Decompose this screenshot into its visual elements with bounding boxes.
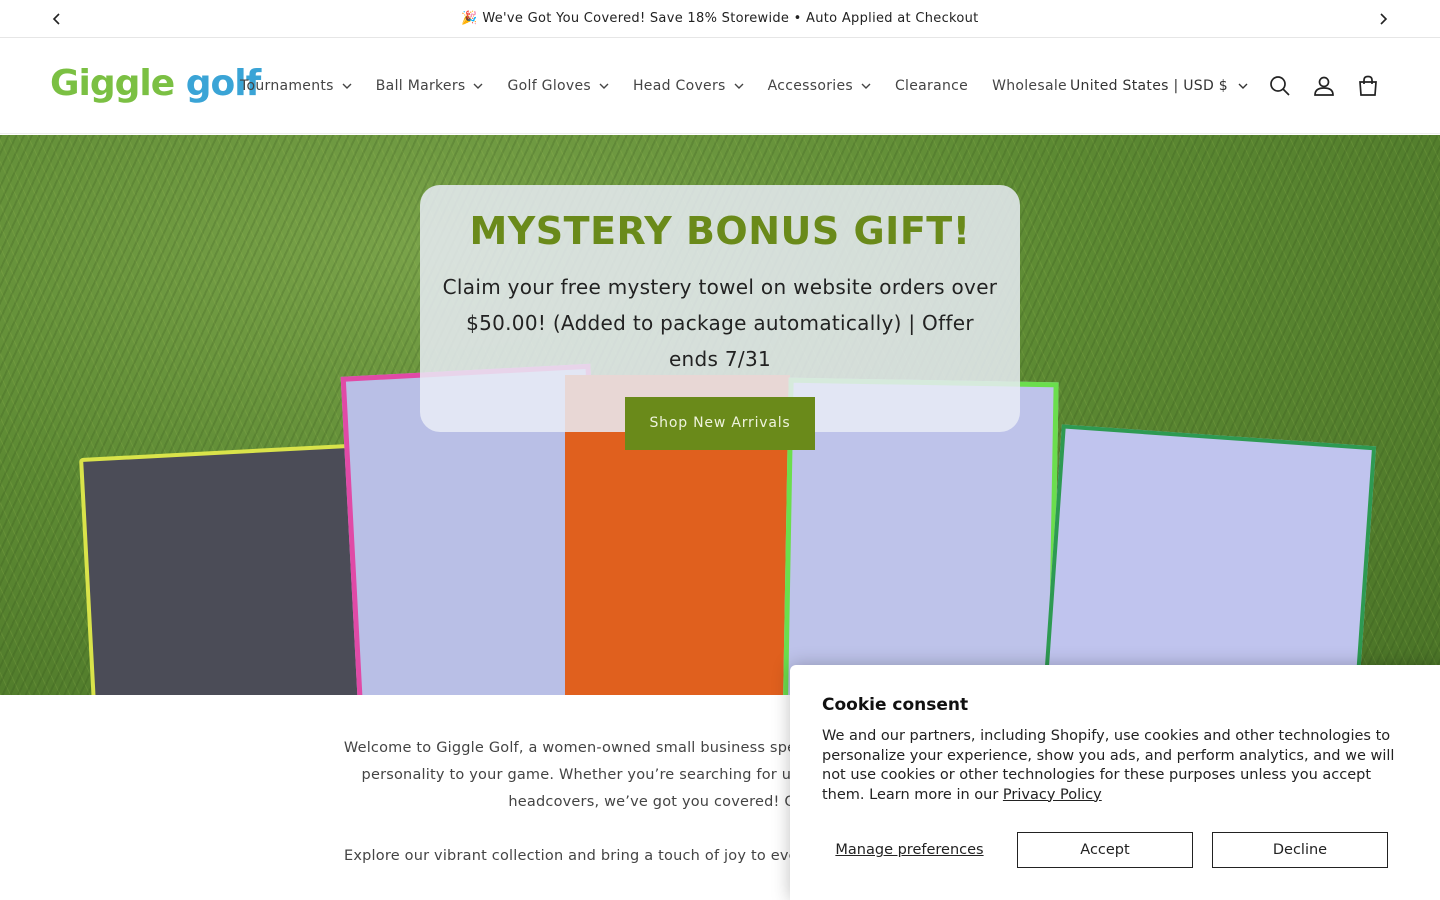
chevron-down-icon — [599, 83, 609, 89]
chevron-down-icon — [861, 83, 871, 89]
search-icon — [1270, 76, 1290, 96]
nav-label: Tournaments — [240, 78, 334, 94]
announcement-prev-button[interactable] — [37, 0, 77, 38]
main-nav: Tournaments Ball Markers Golf Gloves Hea… — [228, 38, 1079, 134]
cookie-body: We and our partners, including Shopify, … — [822, 728, 1395, 803]
decline-button[interactable]: Decline — [1212, 832, 1388, 868]
account-button[interactable] — [1302, 64, 1346, 108]
nav-label: Head Covers — [632, 78, 726, 94]
nav-item-head-covers[interactable]: Head Covers — [621, 66, 756, 106]
cart-icon — [1359, 75, 1377, 96]
header-actions: United States | USD $ — [1060, 38, 1390, 134]
cookie-text: We and our partners, including Shopify, … — [822, 727, 1408, 805]
hero-banner: MYSTERY BONUS GIFT! Claim your free myst… — [0, 135, 1440, 695]
chevron-down-icon — [734, 83, 744, 89]
nav-label: Ball Markers — [375, 78, 466, 94]
accept-button[interactable]: Accept — [1017, 832, 1193, 868]
country-currency-selector[interactable]: United States | USD $ — [1060, 78, 1258, 94]
account-icon — [1314, 76, 1334, 96]
nav-item-ball-markers[interactable]: Ball Markers — [364, 66, 496, 106]
towel-image — [1038, 424, 1377, 695]
cart-button[interactable] — [1346, 64, 1390, 108]
nav-item-tournaments[interactable]: Tournaments — [228, 66, 364, 106]
promo-text: Claim your free mystery towel on website… — [442, 275, 998, 371]
search-button[interactable] — [1258, 64, 1302, 108]
announcement-bar: 🎉 We've Got You Covered! Save 18% Storew… — [0, 0, 1440, 38]
announcement-next-button[interactable] — [1363, 0, 1403, 38]
promo-card: MYSTERY BONUS GIFT! Claim your free myst… — [420, 185, 1020, 450]
cookie-title: Cookie consent — [822, 695, 969, 715]
chevron-down-icon — [342, 83, 352, 89]
nav-label: Wholesale — [992, 78, 1067, 94]
cookie-consent-dialog: Cookie consent We and our partners, incl… — [790, 665, 1440, 900]
nav-item-accessories[interactable]: Accessories — [756, 66, 883, 106]
chevron-down-icon — [1238, 83, 1248, 89]
nav-item-golf-gloves[interactable]: Golf Gloves — [495, 66, 620, 106]
nav-label: Accessories — [767, 78, 853, 94]
promo-title: MYSTERY BONUS GIFT! — [469, 209, 971, 253]
chevron-right-icon — [1380, 13, 1388, 25]
manage-preferences-link[interactable]: Manage preferences — [822, 842, 997, 858]
shop-new-arrivals-button[interactable]: Shop New Arrivals — [625, 397, 815, 450]
announcement-text: 🎉 We've Got You Covered! Save 18% Storew… — [461, 11, 979, 26]
nav-label: Clearance — [894, 78, 969, 94]
country-label: United States | USD $ — [1070, 78, 1228, 94]
privacy-policy-link[interactable]: Privacy Policy — [1003, 787, 1102, 803]
site-header: Giggle golf Tournaments Ball Markers Gol… — [0, 38, 1440, 134]
nav-item-clearance[interactable]: Clearance — [883, 66, 980, 106]
chevron-down-icon — [473, 83, 483, 89]
cookie-actions: Manage preferences Accept Decline — [822, 832, 1388, 868]
logo-text-giggle: Giggle — [50, 63, 175, 104]
nav-label: Golf Gloves — [507, 78, 591, 94]
chevron-left-icon — [52, 13, 60, 25]
